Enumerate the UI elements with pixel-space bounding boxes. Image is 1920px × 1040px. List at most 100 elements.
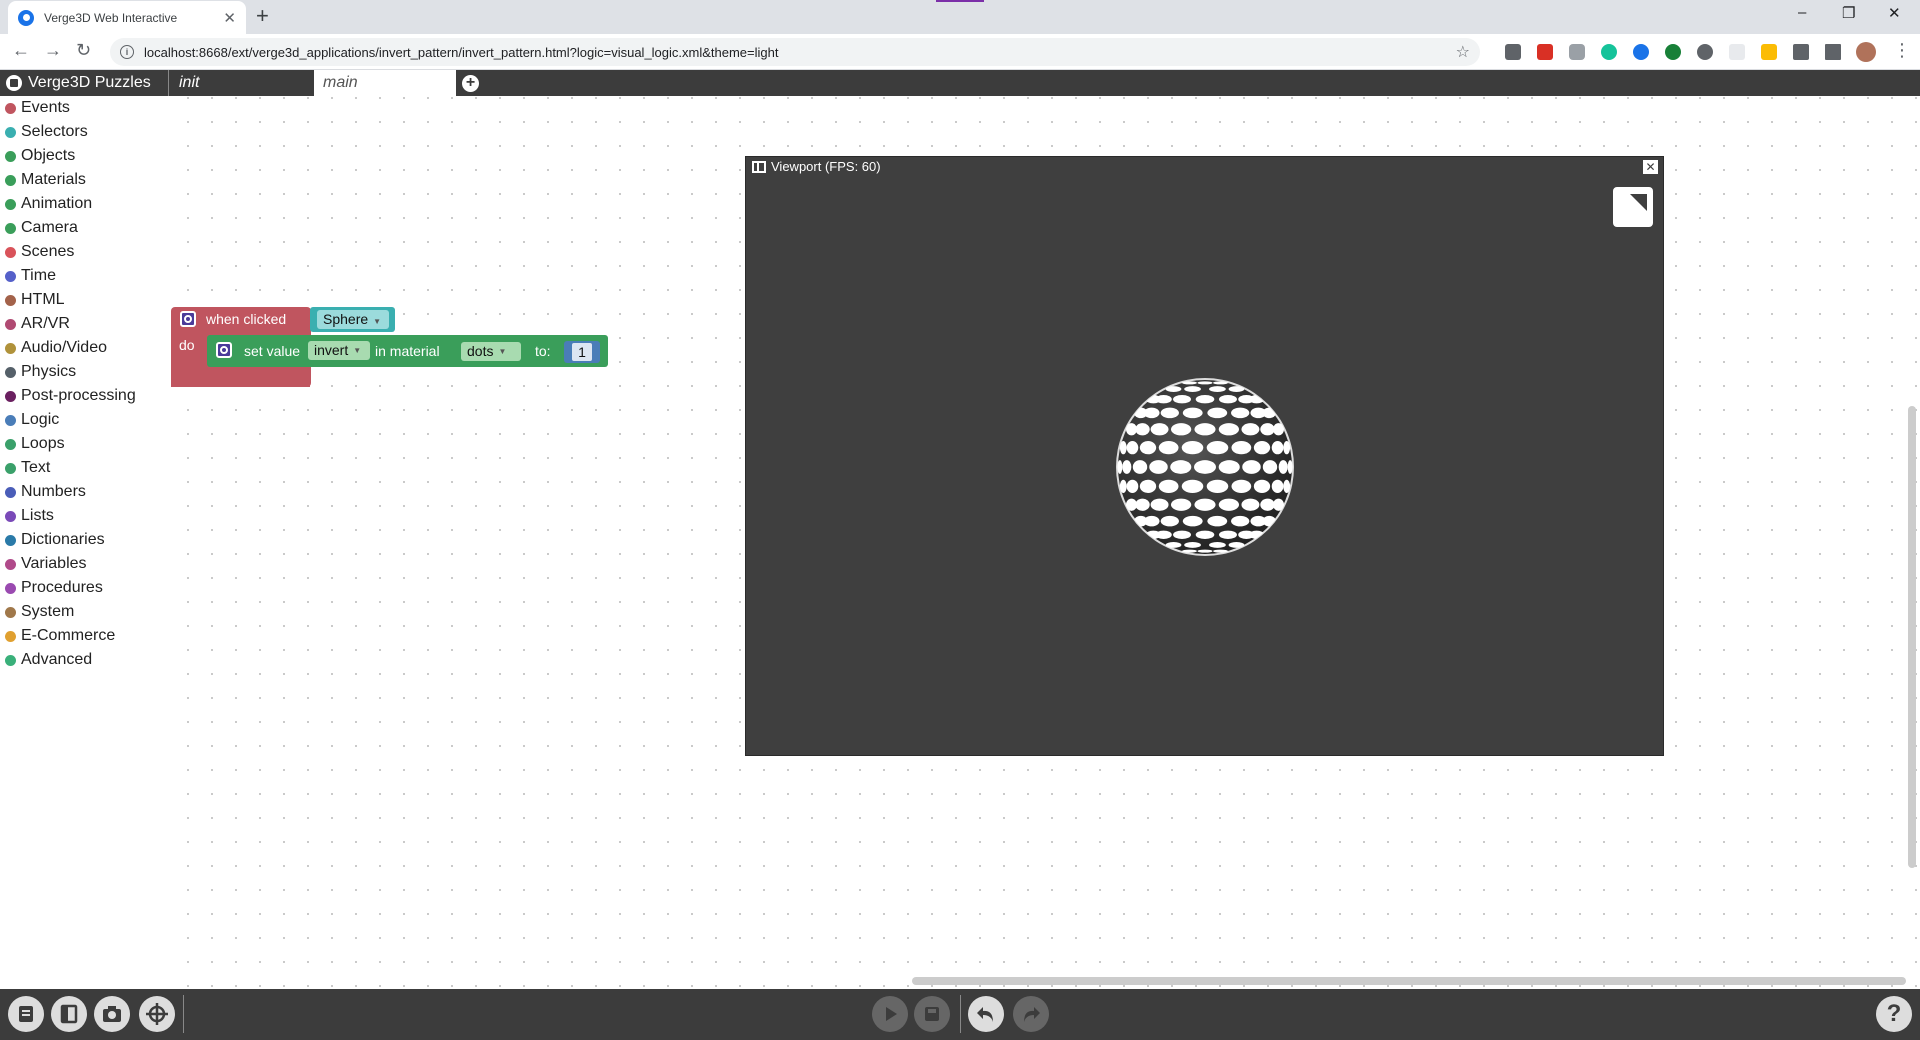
toolbox-category-materials[interactable]: Materials (0, 168, 170, 192)
toolbox-category-lists[interactable]: Lists (0, 504, 170, 528)
param-dropdown[interactable]: invert ▼ (308, 341, 370, 360)
restore-button[interactable]: ❐ (1842, 4, 1855, 22)
category-label: Procedures (21, 579, 103, 596)
viewport-titlebar[interactable]: Viewport (FPS: 60) (752, 159, 881, 174)
tab-main[interactable]: main (314, 70, 456, 96)
chrome-menu-icon[interactable]: ⋮ (1893, 40, 1911, 61)
media-queue-icon[interactable] (1825, 44, 1841, 60)
sphere-pattern-dot (1158, 441, 1179, 455)
toolbox-category-animation[interactable]: Animation (0, 192, 170, 216)
toolbox-category-ar-vr[interactable]: AR/VR (0, 312, 170, 336)
sphere-pattern-dot (1143, 515, 1160, 527)
extension-camera-icon[interactable] (1569, 44, 1585, 60)
add-workspace-button[interactable]: + (462, 75, 479, 92)
toolbox-category-system[interactable]: System (0, 600, 170, 624)
toolbox-category-scenes[interactable]: Scenes (0, 240, 170, 264)
toolbox-category-text[interactable]: Text (0, 456, 170, 480)
block-settings-gear-icon[interactable] (216, 342, 232, 358)
undo-button[interactable] (968, 996, 1004, 1032)
viewport-title: Viewport (FPS: 60) (771, 159, 881, 174)
extensions-puzzle-icon[interactable] (1793, 44, 1809, 60)
category-label: Dictionaries (21, 531, 105, 548)
extension-gray-icon[interactable] (1697, 44, 1713, 60)
sphere-pattern-dot (1119, 441, 1127, 455)
bookmark-star-icon[interactable]: ☆ (1456, 42, 1470, 62)
set-value-label: set value (244, 343, 301, 359)
extension-shield-icon[interactable] (1505, 44, 1521, 60)
toolbox-category-time[interactable]: Time (0, 264, 170, 288)
workspace-vertical-scrollbar[interactable] (1908, 406, 1916, 868)
tab-init[interactable]: init (168, 70, 314, 96)
minimize-button[interactable]: – (1798, 4, 1806, 21)
extension-light-icon[interactable] (1729, 44, 1745, 60)
sphere-pattern-dot (1231, 407, 1250, 419)
file-menu-button[interactable] (8, 996, 44, 1032)
extension-blue-icon[interactable] (1633, 44, 1649, 60)
close-window-button[interactable]: ✕ (1888, 4, 1901, 22)
sphere-pattern-dot (1195, 530, 1215, 539)
extension-red-icon[interactable] (1537, 44, 1553, 60)
redo-button[interactable] (1013, 996, 1049, 1032)
app-name: Verge3D Puzzles (28, 74, 151, 91)
toolbox-category-objects[interactable]: Objects (0, 144, 170, 168)
object-selector-block[interactable]: Sphere ▼ (310, 307, 395, 332)
workspace-horizontal-scrollbar[interactable] (912, 977, 1906, 985)
object-dropdown[interactable]: Sphere ▼ (317, 310, 389, 329)
category-color-dot-icon (5, 126, 16, 138)
in-material-label: in material (375, 343, 440, 359)
toolbox-category-camera[interactable]: Camera (0, 216, 170, 240)
viewport-window[interactable]: Viewport (FPS: 60) ✕ (745, 156, 1664, 756)
back-arrow-icon[interactable]: ← (12, 40, 30, 61)
site-info-icon[interactable]: i (120, 45, 134, 59)
save-button[interactable] (914, 996, 950, 1032)
url-field[interactable]: i localhost:8668/ext/verge3d_application… (110, 38, 1480, 66)
forward-arrow-icon[interactable]: → (44, 40, 62, 61)
profile-avatar[interactable] (1856, 42, 1876, 62)
toolbox-category-post-processing[interactable]: Post-processing (0, 384, 170, 408)
sphere-pattern-dot (1262, 460, 1278, 474)
material-dropdown[interactable]: dots ▼ (461, 342, 521, 361)
sphere-pattern-dot (1170, 498, 1192, 511)
fullscreen-button[interactable] (1613, 187, 1653, 227)
sphere-pattern-dot (1213, 381, 1228, 385)
toolbox-category-variables[interactable]: Variables (0, 552, 170, 576)
category-color-dot-icon (5, 174, 16, 186)
toolbox-category-advanced[interactable]: Advanced (0, 648, 170, 672)
run-button[interactable] (872, 996, 908, 1032)
extension-m-icon[interactable] (1761, 44, 1777, 60)
toolbox-category-dictionaries[interactable]: Dictionaries (0, 528, 170, 552)
sphere-pattern-dot (1184, 542, 1201, 548)
material-dropdown-value: dots (467, 343, 494, 359)
number-value-field[interactable]: 1 (572, 343, 592, 361)
toolbox-category-events[interactable]: Events (0, 96, 170, 120)
sphere-3d-object[interactable] (1115, 377, 1295, 557)
sphere-pattern-dot (1253, 441, 1271, 455)
sphere-pattern-dot (1155, 530, 1172, 539)
viewport-close-button[interactable]: ✕ (1643, 160, 1658, 174)
toolbox-category-loops[interactable]: Loops (0, 432, 170, 456)
browser-tab[interactable]: Verge3D Web Interactive ✕ (8, 1, 246, 34)
toolbox-category-e-commerce[interactable]: E-Commerce (0, 624, 170, 648)
toolbox-category-selectors[interactable]: Selectors (0, 120, 170, 144)
extension-green-icon[interactable] (1665, 44, 1681, 60)
number-block[interactable]: 1 (564, 341, 600, 363)
sphere-pattern-dot (1181, 479, 1204, 493)
tab-close-icon[interactable]: ✕ (223, 9, 236, 27)
toolbox-category-physics[interactable]: Physics (0, 360, 170, 384)
category-color-dot-icon (5, 222, 16, 234)
extension-grammarly-icon[interactable] (1601, 44, 1617, 60)
center-view-button[interactable] (139, 996, 175, 1032)
layout-button[interactable] (51, 996, 87, 1032)
toolbox-category-procedures[interactable]: Procedures (0, 576, 170, 600)
new-tab-button[interactable]: + (256, 3, 269, 29)
toolbox-category-logic[interactable]: Logic (0, 408, 170, 432)
help-button[interactable]: ? (1876, 996, 1912, 1032)
sphere-pattern-dot (1197, 549, 1213, 553)
reload-icon[interactable]: ↻ (76, 40, 91, 61)
toolbox-category-html[interactable]: HTML (0, 288, 170, 312)
screenshot-button[interactable] (94, 996, 130, 1032)
sphere-pattern-dot (1197, 381, 1213, 385)
toolbox-category-numbers[interactable]: Numbers (0, 480, 170, 504)
block-settings-gear-icon[interactable] (180, 311, 196, 327)
toolbox-category-audio-video[interactable]: Audio/Video (0, 336, 170, 360)
